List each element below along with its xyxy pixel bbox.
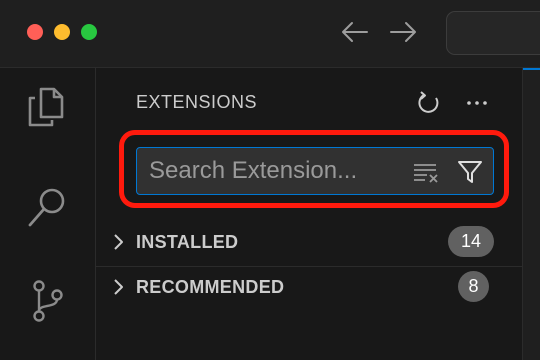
chevron-right-icon [108,277,128,297]
filter-button[interactable] [453,155,487,189]
section-installed[interactable]: INSTALLED 14 [96,222,522,262]
arrow-right-icon [390,22,416,42]
section-label: INSTALLED [136,232,239,252]
extension-search-box[interactable] [136,147,494,195]
filter-icon [458,161,482,183]
more-icon [467,101,487,105]
clear-search-button[interactable] [409,155,443,189]
maximize-window-button[interactable] [81,24,97,40]
search-icon [28,188,65,227]
go-forward-button[interactable] [386,14,422,50]
close-window-button[interactable] [27,24,43,40]
editor-area-edge [522,68,540,360]
refresh-icon [418,91,439,113]
explorer-button[interactable] [20,80,74,134]
minimize-window-button[interactable] [54,24,70,40]
source-control-icon [33,280,63,322]
count-badge: 14 [448,226,494,257]
arrow-left-icon [342,22,368,42]
count-badge: 8 [458,271,489,302]
activity-bar [0,68,96,360]
extensions-sidebar: EXTENSIONS Search Extension... INSTALLED… [96,68,522,360]
refresh-button[interactable] [412,86,446,120]
go-back-button[interactable] [336,14,372,50]
search-input[interactable] [149,148,399,194]
active-tab-accent [523,68,540,70]
section-label: RECOMMENDED [136,277,285,297]
command-center[interactable] [446,11,540,55]
chevron-right-icon [108,232,128,252]
sidebar-title: EXTENSIONS [136,92,258,112]
title-bar [0,0,540,68]
files-icon [28,87,64,127]
source-control-button[interactable] [20,274,74,328]
search-view-button[interactable] [20,180,74,234]
more-actions-button[interactable] [460,86,494,120]
section-recommended[interactable]: RECOMMENDED 8 [96,266,522,307]
clear-filter-icon [414,164,438,183]
